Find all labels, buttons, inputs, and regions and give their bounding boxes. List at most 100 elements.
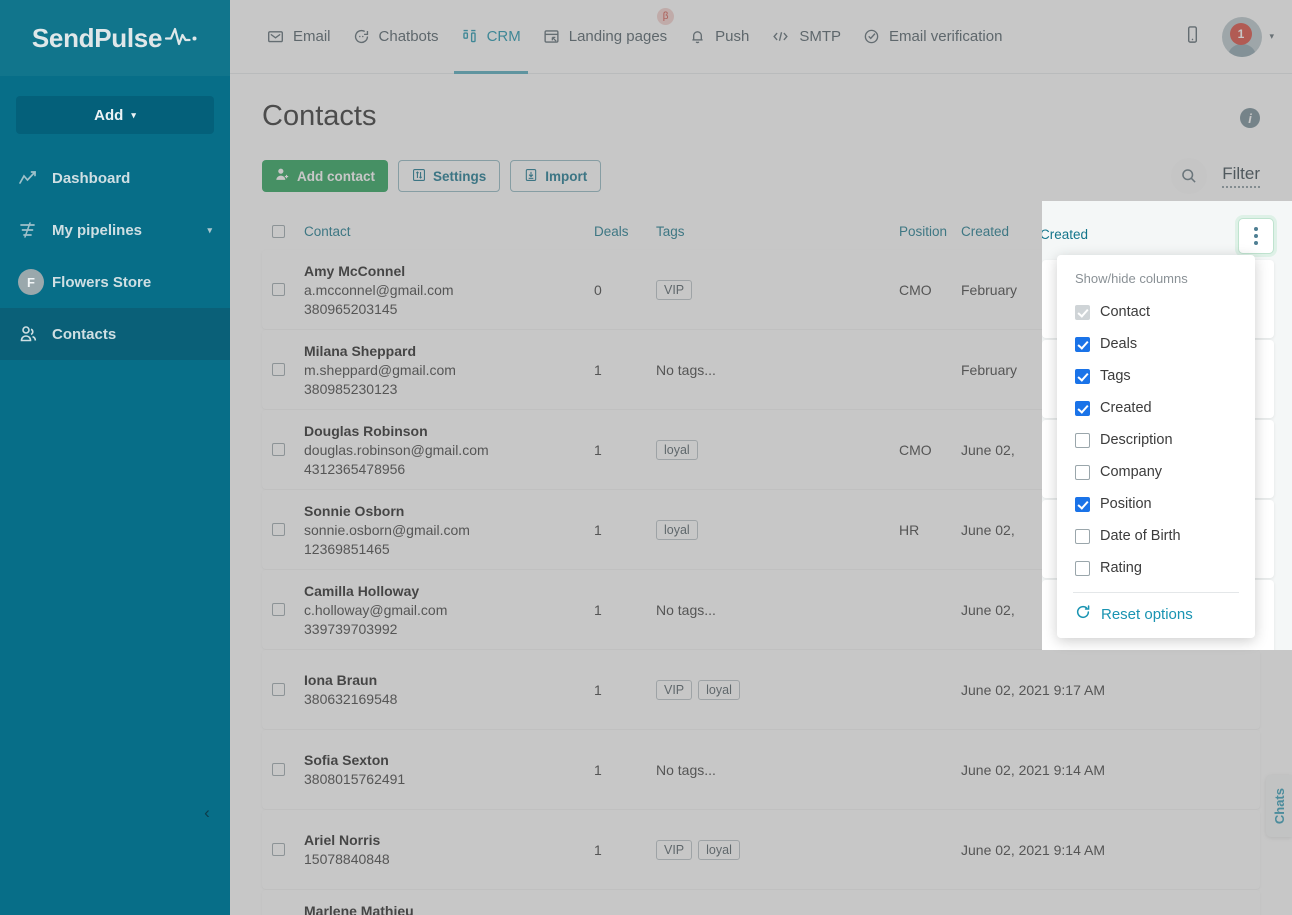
store-avatar: F <box>18 269 52 295</box>
checkbox[interactable] <box>1075 368 1090 384</box>
checkbox[interactable] <box>1075 496 1090 512</box>
dropdown-option-tags[interactable]: Tags <box>1057 360 1255 392</box>
dropdown-option-position[interactable]: Position <box>1057 488 1255 520</box>
created-cell: June 02, 2021 9:14 AM <box>961 841 1105 858</box>
row-checkbox[interactable] <box>272 603 285 616</box>
reset-options-button[interactable]: Reset options <box>1057 593 1255 638</box>
topnav-item-chatbots[interactable]: Chatbots <box>342 0 450 74</box>
topnav-item-smtp[interactable]: SMTP <box>760 0 852 74</box>
tag-badge[interactable]: VIP <box>656 679 693 700</box>
contact-phone: 339739703992 <box>304 620 398 637</box>
column-header-tags[interactable]: Tags <box>656 224 899 239</box>
contact-cell[interactable]: Sofia Sexton 3808015762491 <box>304 742 594 797</box>
dropdown-option-company[interactable]: Company <box>1057 456 1255 488</box>
mobile-phone-icon[interactable] <box>1185 25 1200 49</box>
topnav-item-push[interactable]: Push <box>678 0 760 74</box>
kebab-menu-icon[interactable] <box>1238 218 1274 254</box>
column-header-position[interactable]: Position <box>899 224 961 239</box>
add-button[interactable]: Add ▾ <box>16 96 214 134</box>
row-checkbox[interactable] <box>272 683 285 696</box>
contact-cell[interactable]: Amy McConnel a.mcconnel@gmail.com 38096520… <box>304 253 594 327</box>
tag-badge[interactable]: loyal <box>656 519 698 540</box>
column-header-deals[interactable]: Deals <box>594 224 656 239</box>
column-header-contact[interactable]: Contact <box>304 224 594 239</box>
row-checkbox[interactable] <box>272 443 285 456</box>
row-checkbox[interactable] <box>272 363 285 376</box>
row-checkbox[interactable] <box>272 523 285 536</box>
notification-badge[interactable]: 1 <box>1230 22 1252 45</box>
sidebar-item-contacts[interactable]: Contacts <box>0 308 230 360</box>
tag-badge[interactable]: VIP <box>656 839 693 860</box>
dropdown-option-date-of-birth[interactable]: Date of Birth <box>1057 520 1255 552</box>
chevron-left-icon[interactable]: ‹ <box>194 800 220 826</box>
chevron-down-icon[interactable]: ▾ <box>207 225 212 236</box>
row-checkbox[interactable] <box>272 843 285 856</box>
brand-name: SendPulse <box>31 22 163 53</box>
sidebar-item-flowers-store[interactable]: F Flowers Store <box>0 256 230 308</box>
add-contact-button[interactable]: Add contact <box>262 160 389 192</box>
contact-cell[interactable]: Iona Braun 380632169548 <box>304 662 594 717</box>
topnav-item-email-verification[interactable]: Email verification <box>852 0 1013 74</box>
import-button[interactable]: Import <box>510 160 602 192</box>
dropdown-option-deals[interactable]: Deals <box>1057 328 1255 360</box>
tag-badge[interactable]: loyal <box>698 679 740 700</box>
checkbox[interactable] <box>1075 400 1090 416</box>
user-menu[interactable]: 1 ▾ <box>1222 16 1274 57</box>
checkbox[interactable] <box>1075 528 1090 544</box>
dropdown-option-rating[interactable]: Rating <box>1057 552 1255 584</box>
table-row[interactable]: Ariel Norris 15078840848 1 VIP loyal June 02,… <box>262 810 1260 889</box>
contact-cell[interactable]: Milana Sheppard m.sheppard@gmail.com 38098… <box>304 333 594 407</box>
settings-button[interactable]: Settings <box>398 160 501 192</box>
contact-cell[interactable]: Douglas Robinson douglas.robinson@gmail.c… <box>304 413 594 487</box>
dropdown-option-label: Deals <box>1100 336 1138 352</box>
brand-logo[interactable]: SendPulse <box>0 0 230 76</box>
select-all-checkbox-cell <box>272 224 304 238</box>
add-button-label: Add <box>94 106 124 124</box>
row-checkbox[interactable] <box>272 763 285 776</box>
tag-badge[interactable]: loyal <box>656 439 698 460</box>
topnav-item-email[interactable]: Email <box>256 0 342 74</box>
table-row[interactable]: Iona Braun 380632169548 1 VIP loyal June 02, … <box>262 650 1260 729</box>
contact-cell[interactable]: Camilla Holloway c.holloway@gmail.com 3397… <box>304 573 594 647</box>
bell-icon <box>689 28 706 45</box>
contact-email: douglas.robinson@gmail.com <box>304 441 489 458</box>
table-row[interactable]: Sofia Sexton 3808015762491 1 No tags... June… <box>262 730 1260 809</box>
chevron-down-icon: ▾ <box>131 109 136 120</box>
checkbox <box>1075 304 1090 320</box>
position-cell: HR <box>899 521 920 538</box>
table-row[interactable]: Marlene Mathieumarlene.mathieu@gmail.com… <box>262 890 1260 915</box>
row-checkbox-cell <box>272 603 304 616</box>
contact-name: Iona Braun <box>304 672 378 688</box>
dropdown-option-contact[interactable]: Contact <box>1057 296 1255 328</box>
checkbox[interactable] <box>1075 336 1090 352</box>
sliders-icon <box>412 168 426 185</box>
filter-button[interactable]: Filter <box>1222 164 1260 188</box>
tag-badge[interactable]: loyal <box>698 839 740 860</box>
column-header-created-highlight[interactable]: Created <box>1042 227 1088 242</box>
row-checkbox[interactable] <box>272 283 285 296</box>
dropdown-option-description[interactable]: Description <box>1057 424 1255 456</box>
sidebar-item-my-pipelines[interactable]: My pipelines ▾ <box>0 204 230 256</box>
chevron-down-icon[interactable]: ▾ <box>1269 31 1274 42</box>
sidebar-item-dashboard[interactable]: Dashboard <box>0 152 230 204</box>
topnav-item-crm[interactable]: CRM <box>450 0 532 74</box>
checkbox[interactable] <box>1075 560 1090 576</box>
contact-cell[interactable]: Ariel Norris 15078840848 <box>304 822 594 877</box>
contact-cell[interactable]: Sonnie Osborn sonnie.osborn@gmail.com 1236… <box>304 493 594 567</box>
checkbox[interactable] <box>1075 432 1090 448</box>
deals-cell: 1 <box>594 681 602 698</box>
select-all-checkbox[interactable] <box>272 224 285 238</box>
dropdown-option-label: Company <box>1100 464 1163 480</box>
contact-cell[interactable]: Marlene Mathieumarlene.mathieu@gmail.com… <box>304 893 594 915</box>
info-icon[interactable]: i <box>1240 108 1260 128</box>
dropdown-option-label: Created <box>1100 400 1152 416</box>
topnav-item-landing-pages[interactable]: Landing pages β <box>532 0 678 74</box>
search-icon[interactable] <box>1171 158 1208 194</box>
tag-badge[interactable]: VIP <box>656 279 693 300</box>
dropdown-option-created[interactable]: Created <box>1057 392 1255 424</box>
checkbox[interactable] <box>1075 464 1090 480</box>
beta-badge: β <box>657 7 675 25</box>
chats-tab[interactable]: Chats <box>1266 775 1292 837</box>
no-tags-label: No tags... <box>656 761 716 778</box>
contact-phone: 380965203145 <box>304 300 398 317</box>
